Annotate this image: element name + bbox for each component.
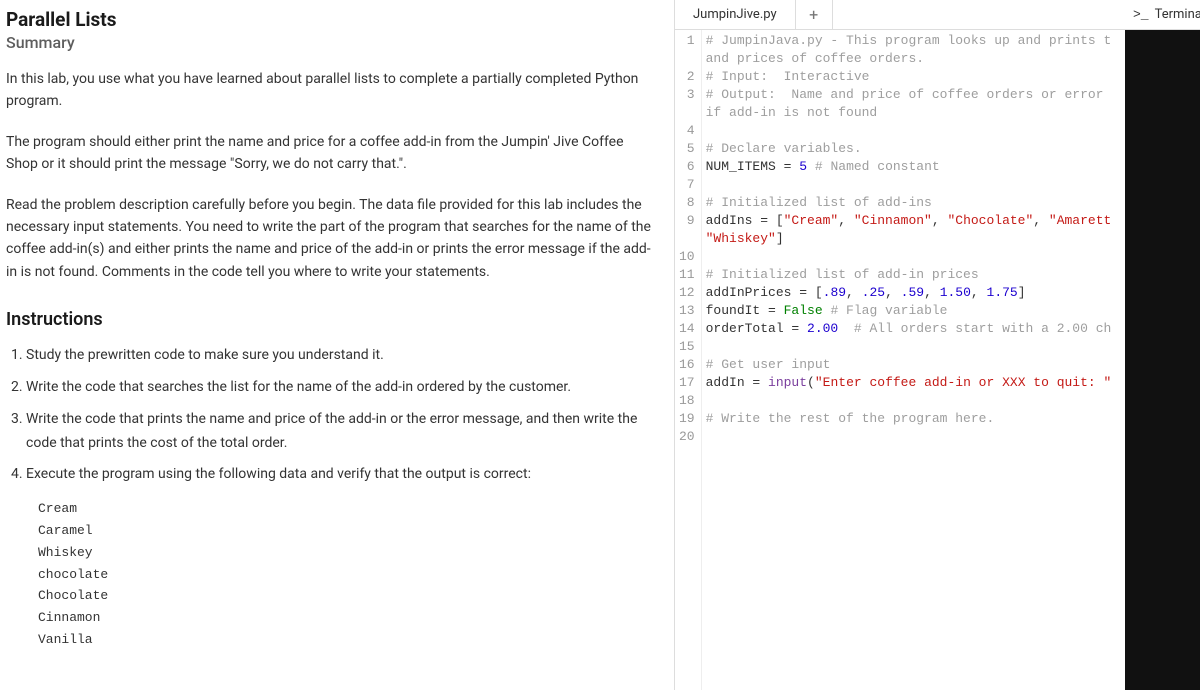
editor-panel: JumpinJive.py + 123456789101112131415161…	[674, 0, 1125, 690]
summary-p2: The program should either print the name…	[6, 131, 654, 176]
test-data-line: Cinnamon	[38, 608, 654, 629]
file-tab[interactable]: JumpinJive.py	[675, 0, 796, 29]
instruction-step: Write the code that prints the name and …	[26, 408, 654, 456]
summary-p3: Read the problem description carefully b…	[6, 194, 654, 284]
terminal-icon: >_	[1133, 7, 1149, 22]
test-data-line: Cream	[38, 499, 654, 520]
instruction-step: Write the code that searches the list fo…	[26, 376, 654, 400]
new-tab-button[interactable]: +	[796, 0, 833, 29]
instructions-list: Study the prewritten code to make sure y…	[6, 344, 654, 487]
terminal-label: Terminal	[1155, 7, 1200, 22]
summary-heading: Summary	[6, 33, 654, 52]
instructions-panel: Parallel Lists Summary In this lab, you …	[0, 0, 674, 690]
test-data-line: Vanilla	[38, 630, 654, 651]
instruction-step: Execute the program using the following …	[26, 463, 654, 487]
instructions-heading: Instructions	[6, 309, 654, 330]
lab-title: Parallel Lists	[6, 8, 654, 31]
instruction-step: Study the prewritten code to make sure y…	[26, 344, 654, 368]
test-data-line: chocolate	[38, 565, 654, 586]
test-data-line: Whiskey	[38, 543, 654, 564]
editor-tabs: JumpinJive.py +	[675, 0, 1125, 30]
test-data-line: Chocolate	[38, 586, 654, 607]
line-gutter: 1234567891011121314151617181920	[675, 30, 702, 690]
terminal-panel: >_ Terminal	[1125, 0, 1200, 690]
terminal-tab[interactable]: >_ Terminal	[1125, 0, 1200, 30]
code-editor[interactable]: 1234567891011121314151617181920 # Jumpin…	[675, 30, 1125, 690]
test-data-block: Cream Caramel Whiskey chocolate Chocolat…	[38, 499, 654, 651]
code-content[interactable]: # JumpinJava.py - This program looks up …	[702, 30, 1125, 690]
terminal-body[interactable]	[1125, 30, 1200, 690]
test-data-line: Caramel	[38, 521, 654, 542]
summary-p1: In this lab, you use what you have learn…	[6, 68, 654, 113]
